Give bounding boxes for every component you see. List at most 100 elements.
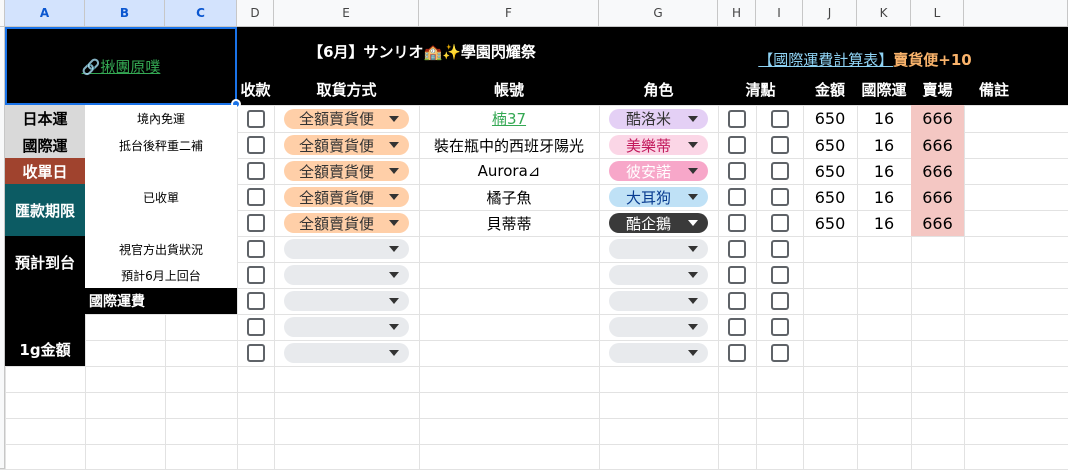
paid-checkbox[interactable] [246,214,265,232]
character-dropdown[interactable]: 酷企鵝 [609,213,708,233]
check-checkbox[interactable] [728,266,746,284]
character-dropdown[interactable]: 大耳狗 [609,187,708,207]
check-checkbox[interactable] [770,266,789,284]
dropdown-arrow-icon [688,142,698,148]
label-intl-fee: 國際運費 [85,288,237,314]
pickup-dropdown[interactable] [284,239,409,259]
column-header-k[interactable]: K [857,0,911,27]
column-header-c[interactable]: C [165,0,237,27]
column-header-a[interactable]: A [5,0,85,27]
character-dropdown-label: 大耳狗 [625,188,671,207]
dropdown-arrow-icon [688,246,698,252]
col-character-header: 角色 [643,80,674,99]
check-checkbox[interactable] [770,109,789,128]
pickup-dropdown[interactable]: 全額賣貨便 [284,108,409,129]
check-checkbox[interactable] [728,318,746,336]
check-checkbox[interactable] [728,292,746,310]
pickup-dropdown[interactable] [284,265,409,285]
label-close-date: 收單日 [5,158,85,184]
dropdown-arrow-icon [389,324,399,330]
character-dropdown-label: 酷洛米 [625,110,671,128]
account-cell: Aurora⊿ [477,162,541,180]
check-checkbox[interactable] [770,162,789,180]
intl-cell: 16 [873,213,895,233]
check-checkbox[interactable] [728,109,746,128]
pickup-dropdown[interactable] [284,291,409,311]
paid-checkbox[interactable] [246,292,265,310]
check-checkbox[interactable] [770,318,789,336]
paid-checkbox[interactable] [246,240,265,258]
column-header-h[interactable]: H [718,0,756,27]
label-pay-deadline: 匯款期限 [5,184,85,236]
dropdown-arrow-icon [688,194,698,200]
column-header-l[interactable]: L [911,0,964,27]
check-checkbox[interactable] [728,136,746,154]
character-dropdown[interactable]: 彼安諾 [609,161,708,181]
column-header-e[interactable]: E [274,0,419,27]
pickup-dropdown[interactable]: 全額賣貨便 [284,213,409,233]
amount-cell: 650 [814,161,846,181]
paid-checkbox[interactable] [246,136,265,154]
intl-cell: 16 [873,161,895,181]
check-checkbox[interactable] [770,188,789,206]
pickup-dropdown-label: 全額賣貨便 [298,162,374,181]
amount-cell: 650 [814,109,846,128]
check-checkbox[interactable] [728,188,746,206]
pickup-dropdown[interactable] [284,317,409,337]
character-dropdown[interactable]: 酷洛米 [609,108,708,129]
column-header-j[interactable]: J [803,0,857,27]
account-cell[interactable]: 楠37 [419,105,599,132]
column-header-d[interactable]: D [237,0,274,27]
character-dropdown[interactable] [609,239,708,259]
character-dropdown[interactable] [609,343,708,363]
check-checkbox[interactable] [770,136,789,154]
paid-checkbox[interactable] [246,109,265,128]
paid-checkbox[interactable] [246,266,265,284]
check-checkbox[interactable] [728,344,746,362]
store-cell: 666 [911,158,964,184]
paid-checkbox[interactable] [246,318,265,336]
pickup-dropdown[interactable] [284,343,409,363]
dropdown-arrow-icon [389,246,399,252]
dropdown-arrow-icon [389,168,399,174]
column-header-b[interactable]: B [85,0,165,27]
dropdown-arrow-icon [688,324,698,330]
character-dropdown[interactable]: 美樂蒂 [609,135,708,155]
pickup-dropdown[interactable]: 全額賣貨便 [284,135,409,155]
column-header-extra[interactable] [964,0,1068,27]
paid-checkbox[interactable] [246,344,265,362]
check-checkbox[interactable] [728,162,746,180]
pickup-dropdown-label: 全額賣貨便 [298,214,374,233]
paid-checkbox[interactable] [246,188,265,206]
check-checkbox[interactable] [728,214,746,232]
grid-hline [0,444,1068,445]
col-amount-header: 金額 [814,80,845,99]
character-dropdown[interactable] [609,265,708,285]
calc-suffix: 賣貨便+10 [893,50,972,69]
character-dropdown[interactable] [609,317,708,337]
col-check-header: 清點 [745,80,776,99]
store-cell: 666 [911,184,964,210]
check-checkbox[interactable] [770,344,789,362]
pickup-dropdown[interactable]: 全額賣貨便 [284,161,409,181]
column-header-f[interactable]: F [419,0,599,27]
character-dropdown-label: 彼安諾 [625,162,671,181]
check-checkbox[interactable] [770,214,789,232]
check-checkbox[interactable] [770,292,789,310]
pickup-dropdown-label: 全額賣貨便 [298,188,374,207]
column-header-i[interactable]: I [756,0,803,27]
paid-checkbox[interactable] [246,162,265,180]
value-closed: 已收單 [85,158,237,236]
amount-cell: 650 [814,135,846,155]
col-pickup-header: 取貨方式 [316,80,377,99]
check-checkbox[interactable] [728,240,746,258]
amount-cell: 650 [814,213,846,233]
pickup-dropdown[interactable]: 全額賣貨便 [284,187,409,207]
intl-cell: 16 [873,109,895,128]
check-checkbox[interactable] [770,240,789,258]
amount-cell: 650 [814,187,846,207]
column-header-g[interactable]: G [599,0,718,27]
calc-table-link[interactable]: 【國際運費計算表】 [758,49,893,70]
original-post-link[interactable]: 🔗揪團原噗 [5,27,237,105]
character-dropdown[interactable] [609,291,708,311]
